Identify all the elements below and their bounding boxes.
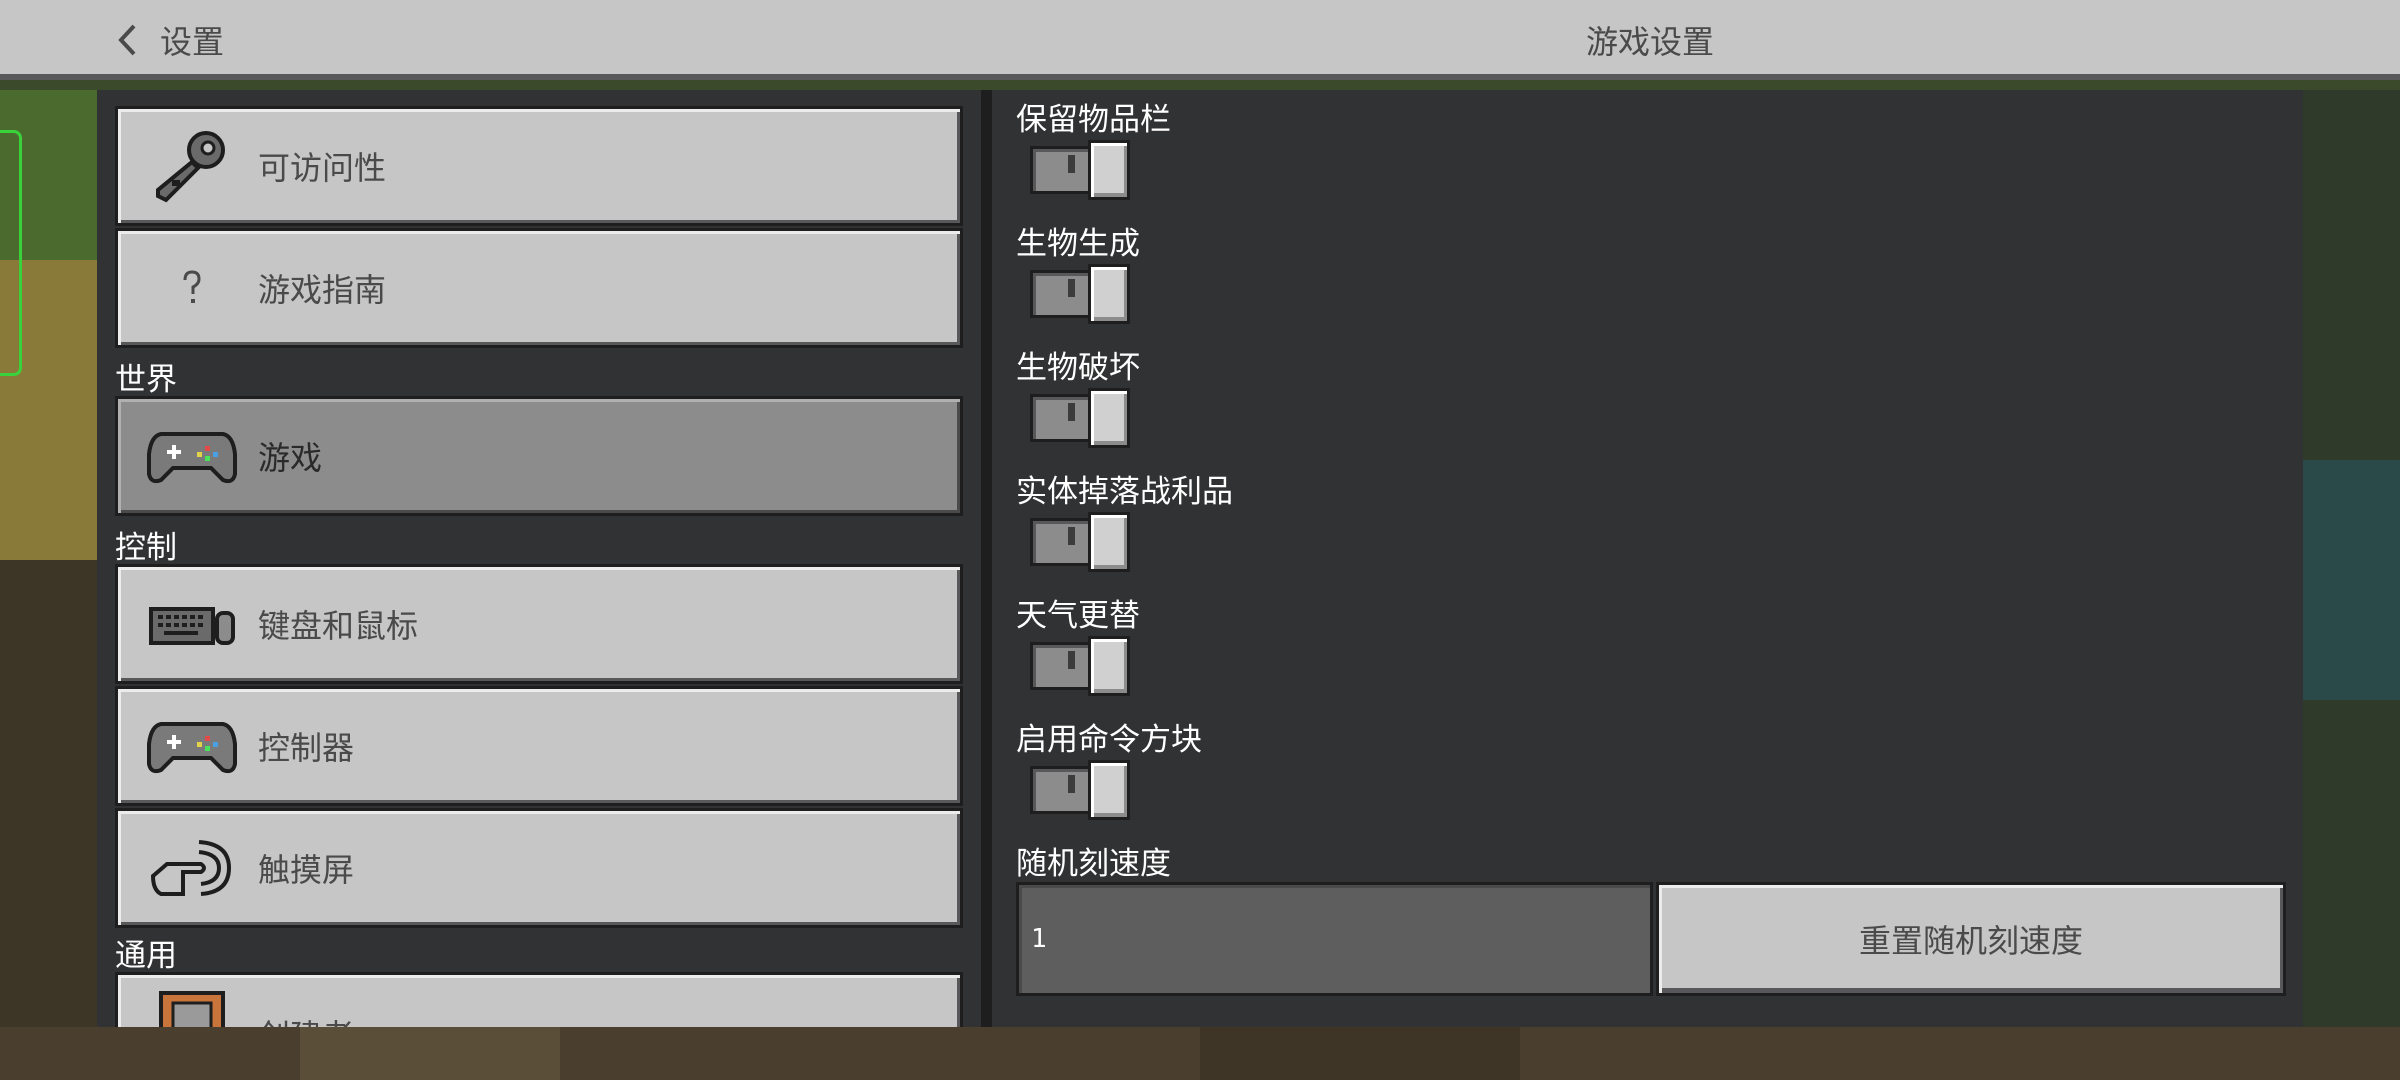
back-label: 设置	[160, 23, 225, 61]
sidebar-item-label: 控制器	[258, 729, 355, 767]
reset-button-label: 重置随机刻速度	[1858, 922, 2083, 960]
setting-label-mob-spawning: 生物生成	[1016, 226, 1140, 262]
mob-spawning-toggle[interactable]	[1030, 264, 1134, 324]
touch-icon	[136, 823, 248, 913]
mob-griefing-toggle[interactable]	[1030, 388, 1134, 448]
sidebar-item-accessibility[interactable]: 可访问性	[115, 106, 963, 226]
sidebar-item-touch[interactable]: 触摸屏	[115, 808, 963, 928]
sidebar-item-label: 游戏	[258, 439, 323, 477]
sidebar-item-label: 键盘和鼠标	[258, 607, 419, 645]
settings-sidebar: 可访问性 游戏指南 世界 游戏 控制 键盘和鼠标 控制器 触摸屏 通用	[97, 90, 981, 1027]
sidebar-item-keyboard-mouse[interactable]: 键盘和鼠标	[115, 564, 963, 684]
creator-icon	[136, 989, 248, 1027]
page-title: 游戏设置	[1585, 23, 1714, 61]
setting-label-weather-cycle: 天气更替	[1016, 598, 1140, 634]
section-title-controls: 控制	[115, 530, 177, 566]
sidebar-item-controller[interactable]: 控制器	[115, 686, 963, 806]
keep-inventory-toggle[interactable]	[1030, 140, 1134, 200]
sidebar-item-label: 创建者	[258, 1011, 354, 1027]
command-blocks-toggle[interactable]	[1030, 760, 1134, 820]
sidebar-item-how-to-play[interactable]: 游戏指南	[115, 228, 963, 348]
weather-cycle-toggle[interactable]	[1030, 636, 1134, 696]
setting-label-mob-griefing: 生物破坏	[1016, 350, 1140, 386]
setting-label-command-blocks: 启用命令方块	[1016, 722, 1202, 758]
panel-divider	[981, 90, 992, 1027]
sidebar-item-label: 可访问性	[258, 149, 387, 187]
top-bar: 设置 游戏设置	[0, 0, 2400, 80]
keyboard-mouse-icon	[136, 579, 248, 669]
sidebar-item-label: 触摸屏	[258, 851, 355, 889]
sidebar-item-creator[interactable]: 创建者	[115, 972, 963, 1027]
section-title-world: 世界	[115, 362, 177, 398]
key-icon	[136, 121, 248, 211]
chevron-left-icon	[116, 23, 138, 57]
random-tick-speed-value: 1	[1031, 924, 1047, 954]
game-settings-panel: 保留物品栏 生物生成 生物破坏 实体掉落战利品 天气更替 启用命令方块 随机刻速…	[992, 90, 2303, 1027]
reset-random-tick-speed-button[interactable]: 重置随机刻速度	[1656, 882, 2286, 996]
sidebar-item-label: 游戏指南	[258, 271, 387, 309]
gamepad-icon	[136, 411, 248, 501]
entity-drops-toggle[interactable]	[1030, 512, 1134, 572]
gamepad-icon	[136, 701, 248, 791]
question-icon	[136, 243, 248, 333]
random-tick-speed-input[interactable]: 1	[1016, 882, 1653, 996]
section-title-general: 通用	[115, 938, 177, 974]
setting-label-keep-inventory: 保留物品栏	[1016, 102, 1171, 138]
setting-label-random-tick-speed: 随机刻速度	[1016, 846, 1171, 882]
setting-label-entity-drops: 实体掉落战利品	[1016, 474, 1233, 510]
sidebar-item-game[interactable]: 游戏	[115, 396, 963, 516]
back-button[interactable]: 设置	[116, 14, 224, 66]
